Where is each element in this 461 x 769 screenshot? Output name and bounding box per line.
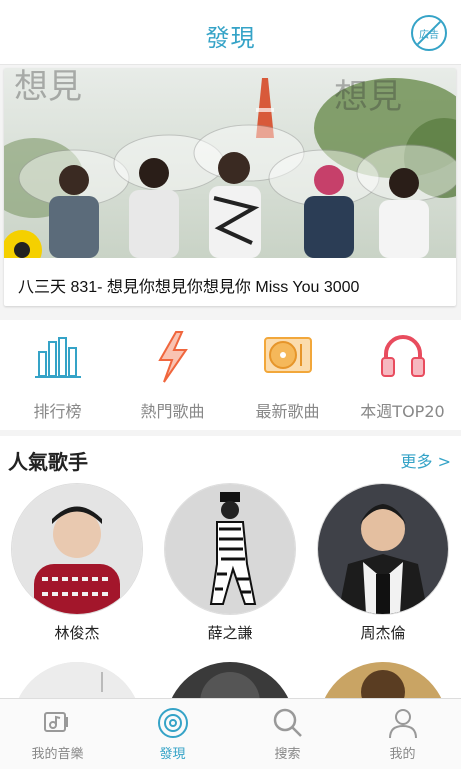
svg-text:想見: 想見 [14, 68, 82, 107]
tab-label: 搜索 [274, 747, 301, 762]
quick-link-label: 排行榜 [33, 402, 82, 421]
lightning-icon [158, 331, 188, 383]
bar-chart-icon [35, 337, 81, 378]
tab-discover[interactable]: 發現 [115, 699, 230, 769]
more-link[interactable]: 更多 > [401, 448, 452, 472]
artist-card[interactable]: 薛之謙 [160, 484, 300, 643]
bottom-tab-bar: 我的音樂 發現 搜索 我的 [0, 698, 461, 769]
tab-label: 發現 [159, 747, 186, 762]
avatar [318, 484, 448, 614]
artist-name: 周杰倫 [360, 624, 406, 642]
profile-icon [389, 709, 417, 739]
tab-label: 我的 [389, 747, 416, 762]
tab-profile[interactable]: 我的 [345, 699, 460, 769]
search-icon [273, 708, 302, 737]
top-app-bar: 發現 広告 [0, 0, 461, 65]
ad-block-button[interactable]: 広告 [411, 15, 447, 51]
artist-card-partial[interactable] [12, 662, 142, 700]
page-title: 發現 [205, 24, 256, 52]
featured-banner[interactable]: 想見 想見 八三天 831- 想見你想見你想見你 Miss You 3000 [4, 68, 456, 306]
artist-name: 薛之謙 [207, 624, 253, 642]
quick-link-label: 本週TOP20 [360, 402, 445, 421]
quick-link-new-songs[interactable]: 最新歌曲 [230, 320, 345, 430]
tab-label: 我的音樂 [31, 747, 84, 762]
artist-card[interactable]: 林俊杰 [7, 484, 147, 643]
popular-artists-header: 人氣歌手 更多 > [0, 436, 461, 480]
tab-my-music[interactable]: 我的音樂 [0, 699, 115, 769]
quick-link-top20[interactable]: 本週TOP20 [345, 320, 460, 430]
svg-text:想見: 想見 [334, 77, 402, 117]
artist-card-partial[interactable] [318, 662, 448, 700]
quick-link-hot-songs[interactable]: 熱門歌曲 [115, 320, 230, 430]
headphones-icon [381, 335, 425, 377]
banner-caption: 八三天 831- 想見你想見你想見你 Miss You 3000 [18, 279, 360, 296]
artist-grid: 林俊杰 薛之謙 周杰倫 [0, 480, 461, 700]
quick-links: 排行榜 熱門歌曲 最新歌曲 本週TOP20 [0, 320, 461, 430]
section-title: 人氣歌手 [8, 450, 88, 474]
vinyl-record-icon [264, 337, 312, 373]
avatar [12, 484, 142, 614]
artist-name: 林俊杰 [54, 624, 100, 642]
artist-card-partial[interactable] [165, 662, 295, 700]
ad-label: 広告 [419, 29, 439, 41]
artist-card[interactable]: 周杰倫 [313, 484, 453, 643]
disc-icon [158, 708, 188, 738]
quick-link-label: 最新歌曲 [255, 402, 320, 421]
music-library-icon [44, 712, 68, 732]
banner-photo: 想見 想見 [4, 68, 456, 258]
quick-link-label: 熱門歌曲 [140, 402, 205, 421]
quick-link-charts[interactable]: 排行榜 [0, 320, 115, 430]
avatar [165, 484, 295, 614]
tab-search[interactable]: 搜索 [230, 699, 345, 769]
